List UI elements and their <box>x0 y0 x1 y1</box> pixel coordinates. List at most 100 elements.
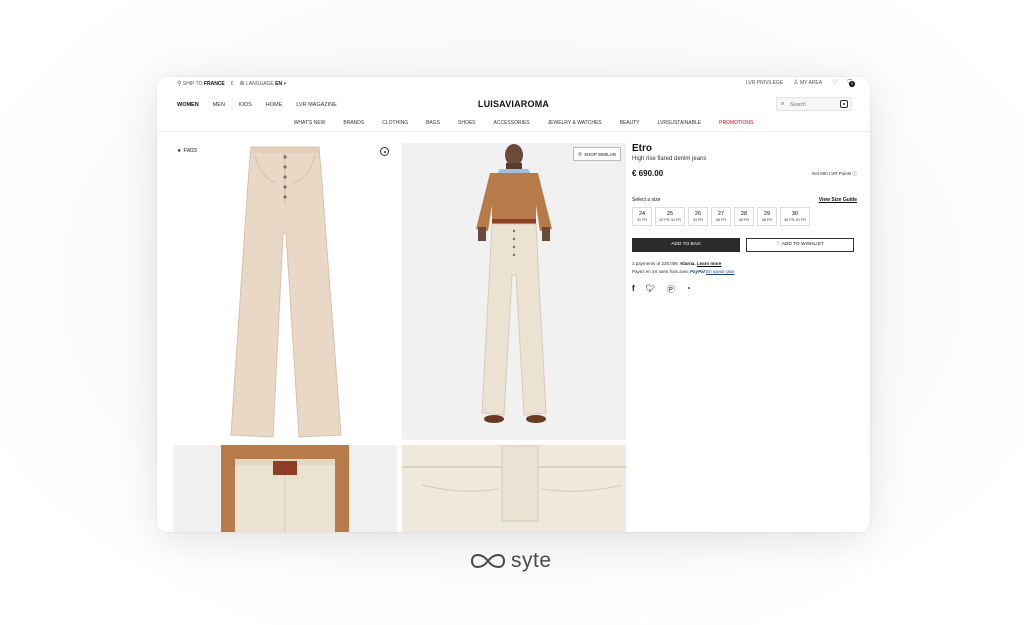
paypal-logo: PayPal <box>690 269 705 274</box>
product-brand[interactable]: Etro <box>632 143 857 154</box>
klarna-logo: Klarna. <box>680 261 696 266</box>
category-nav: WHAT'S NEW BRANDS CLOTHING BAGS SHOES AC… <box>157 118 870 132</box>
category-promotions[interactable]: PROMOTIONS <box>719 120 753 126</box>
heart-icon[interactable]: ♡ <box>832 80 837 86</box>
pinterest-icon[interactable]: Ⓟ <box>667 284 675 295</box>
size-header: Select a size View Size Guide <box>632 197 857 203</box>
category-bags[interactable]: BAGS <box>426 120 440 126</box>
size-value: 24 <box>638 211 646 217</box>
language-value: EN <box>275 81 283 87</box>
category-lvrsustainable[interactable]: LVRSUSTAINABLE <box>658 120 701 126</box>
product-image-detail[interactable] <box>402 445 626 532</box>
chevron-down-icon: ▾ <box>283 81 287 87</box>
search-box[interactable]: ⌕ Search <box>776 97 852 111</box>
paypal-text: Payez en 4X sans frais avec <box>632 269 689 274</box>
visual-search-icon[interactable] <box>380 147 389 156</box>
payment-info: 3 payments of 230,00€. Klarna. Learn mor… <box>632 260 857 276</box>
social-share: f 🐦︎ Ⓟ ◔ <box>632 284 857 295</box>
category-beauty[interactable]: BEAUTY <box>620 120 640 126</box>
price-row: € 690.00 Get 690 LVR Points ⓘ <box>632 169 857 178</box>
klarna-line: 3 payments of 230,00€. Klarna. Learn mor… <box>632 260 857 268</box>
shop-similar-button[interactable]: ◎ SHOP SIMILAR <box>573 147 621 161</box>
size-fr: 38 FR-40 FR <box>783 218 806 222</box>
syte-brand: syte <box>468 549 552 573</box>
category-brands[interactable]: BRANDS <box>343 120 364 126</box>
heart-icon: ♡ <box>776 242 781 247</box>
ship-to-selector[interactable]: ⚲ SHIP TO FRANCE <box>177 81 225 87</box>
bag-count-badge: 0 <box>849 81 855 87</box>
size-selector: 24 32 FR 25 32 FR-34 FR 26 34 FR 27 36 FR 28… <box>632 207 857 226</box>
klarna-learn-more-link[interactable]: Learn more <box>697 261 722 266</box>
size-option[interactable]: 25 32 FR-34 FR <box>655 207 685 226</box>
size-guide-link[interactable]: View Size Guide <box>819 197 857 203</box>
utility-bar: ⚲ SHIP TO FRANCE € ⊕ LANGUAGE EN ▾ LVR P… <box>157 77 870 91</box>
camera-icon: ◎ <box>578 151 583 156</box>
size-option[interactable]: 26 34 FR <box>687 207 708 226</box>
visual-search-icon[interactable] <box>840 100 848 108</box>
size-fr: 32 FR <box>636 218 648 222</box>
add-to-wishlist-label: ADD TO WISHLIST <box>781 242 824 247</box>
search-icon: ⌕ <box>781 101 785 107</box>
category-accessories[interactable]: ACCESSORIES <box>494 120 530 126</box>
lvr-privilege-link[interactable]: LVR PRIVILEGE <box>746 80 783 86</box>
ship-to-country: FRANCE <box>203 81 225 87</box>
shop-similar-label: SHOP SIMILAR <box>584 151 616 157</box>
category-clothing[interactable]: CLOTHING <box>382 120 408 126</box>
lvr-points: Get 690 LVR Points ⓘ <box>812 171 857 177</box>
category-shoes[interactable]: SHOES <box>458 120 476 126</box>
shopping-bag-icon[interactable]: ⛉0 <box>847 80 855 87</box>
size-fr: 34 FR <box>692 218 704 222</box>
product-price: € 690.00 <box>632 169 664 178</box>
weibo-icon[interactable]: ◔ <box>686 284 691 295</box>
size-value: 27 <box>717 211 725 217</box>
size-value: 30 <box>791 211 798 217</box>
back-detail-illustration <box>221 445 349 532</box>
language-label: LANGUAGE <box>245 81 274 87</box>
product-image-front[interactable]: ★ FW23 <box>173 143 397 440</box>
language-selector[interactable]: ⊕ LANGUAGE EN ▾ <box>240 81 286 87</box>
globe-icon: ⊕ <box>239 81 245 87</box>
season-badge: ★ FW23 <box>177 148 197 154</box>
add-to-bag-button[interactable]: ADD TO BAG <box>632 238 740 252</box>
category-jewelry-watches[interactable]: JEWELRY & WATCHES <box>548 120 602 126</box>
cart-actions: ADD TO BAG ♡ ADD TO WISHLIST <box>632 238 857 252</box>
facebook-icon[interactable]: f <box>632 284 635 295</box>
site-logo[interactable]: LUISAVIAROMA <box>157 99 870 109</box>
browser-window: ⚲ SHIP TO FRANCE € ⊕ LANGUAGE EN ▾ LVR P… <box>157 77 870 532</box>
size-fr: 32 FR-34 FR <box>659 218 681 222</box>
size-value: 26 <box>694 211 702 217</box>
size-option[interactable]: 27 36 FR <box>710 207 731 226</box>
size-option[interactable]: 28 36 FR <box>733 207 754 226</box>
syte-logo-icon <box>470 554 506 568</box>
jeans-flat-illustration <box>230 146 342 438</box>
ship-to-label: SHIP TO <box>182 81 203 87</box>
search-input[interactable]: Search <box>790 102 806 108</box>
my-area-label: MY AREA <box>799 80 823 86</box>
syte-wordmark: syte <box>511 549 552 572</box>
season-badge-label: FW23 <box>183 148 197 154</box>
add-to-wishlist-button[interactable]: ♡ ADD TO WISHLIST <box>746 238 854 252</box>
size-option[interactable]: 29 38 FR <box>756 207 777 226</box>
product-image-model[interactable]: ◎ SHOP SIMILAR <box>402 143 626 440</box>
currency-selector[interactable]: € <box>231 81 234 87</box>
category-whats-new[interactable]: WHAT'S NEW <box>294 120 326 126</box>
size-fr: 36 FR <box>738 218 750 222</box>
paypal-more-link[interactable]: En savoir plus <box>706 269 734 274</box>
info-icon[interactable]: ⓘ <box>853 171 858 176</box>
size-value: 28 <box>740 211 748 217</box>
paypal-line: Payez en 4X sans frais avec PayPal En sa… <box>632 268 857 276</box>
user-icon: ♙ <box>793 80 799 86</box>
klarna-text: 3 payments of 230,00€. <box>632 261 680 266</box>
size-option[interactable]: 30 38 FR-40 FR <box>779 207 810 226</box>
my-area-link[interactable]: ♙ MY AREA <box>793 80 822 86</box>
size-value: 25 <box>666 211 674 217</box>
fabric-detail-illustration <box>402 445 626 532</box>
model-illustration <box>476 144 552 423</box>
size-option[interactable]: 24 32 FR <box>632 207 652 226</box>
product-name: High rise flared denim jeans <box>632 156 707 162</box>
product-image-back[interactable] <box>173 445 397 532</box>
size-fr: 38 FR <box>761 218 773 222</box>
size-value: 29 <box>763 211 771 217</box>
location-icon: ⚲ <box>177 81 182 87</box>
twitter-icon[interactable]: 🐦︎ <box>646 284 656 295</box>
